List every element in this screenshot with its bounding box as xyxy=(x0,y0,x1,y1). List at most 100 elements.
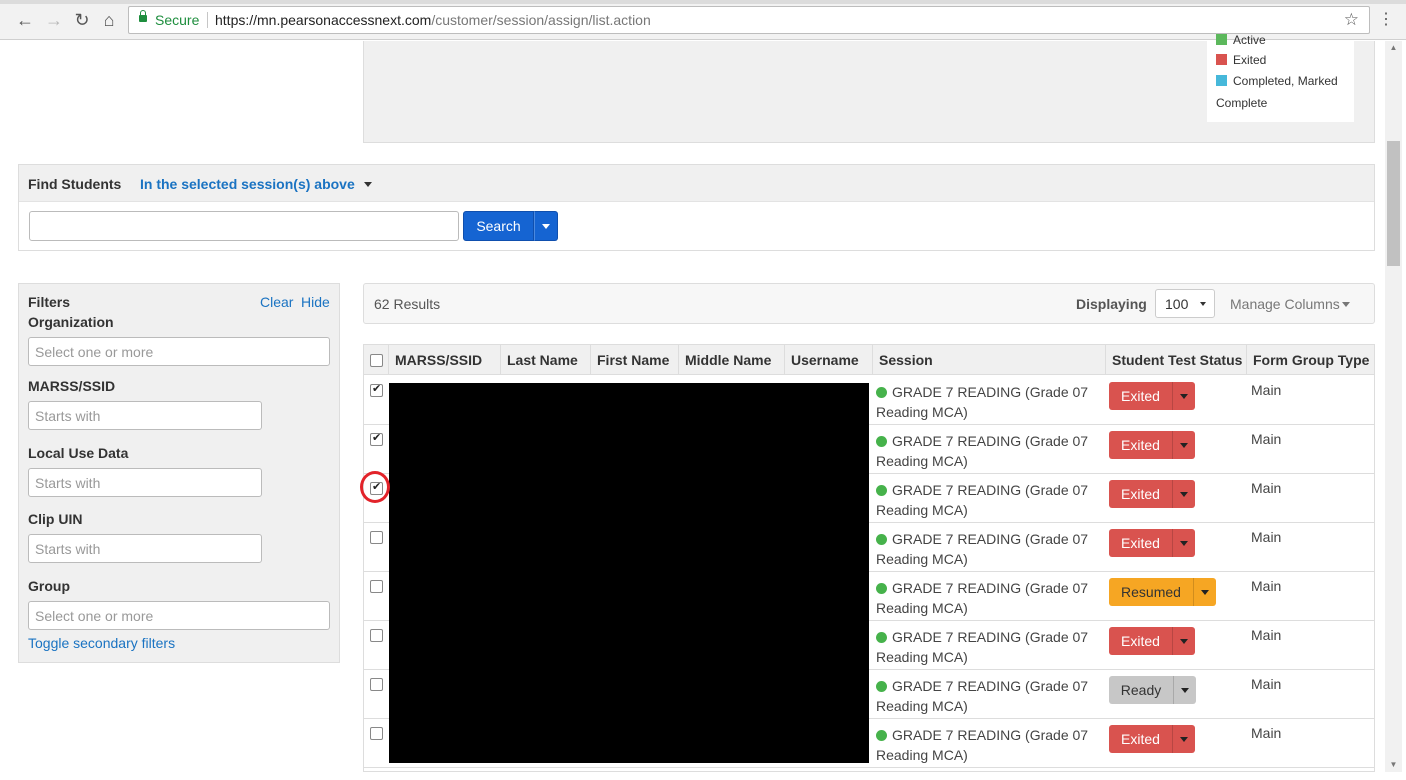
session-cell: GRADE 7 READING (Grade 07 Reading MCA) xyxy=(876,725,1101,765)
status-dropdown-toggle[interactable] xyxy=(1173,676,1196,704)
scroll-up-icon[interactable]: ▲ xyxy=(1385,41,1402,55)
select-all-checkbox[interactable] xyxy=(370,354,383,367)
find-students-panel: Find Students In the selected session(s)… xyxy=(18,164,1375,251)
legend-item-exited: Exited xyxy=(1216,53,1266,67)
clear-filters-link[interactable]: Clear xyxy=(260,294,293,310)
local-use-data-input[interactable]: Starts with xyxy=(28,468,262,497)
status-label: Exited xyxy=(1121,437,1160,453)
col-middle-name[interactable]: Middle Name xyxy=(678,345,784,375)
toggle-secondary-filters-link[interactable]: Toggle secondary filters xyxy=(28,635,175,651)
page-size-select[interactable]: 100 xyxy=(1155,289,1215,318)
student-test-status-button[interactable]: Exited xyxy=(1109,382,1195,410)
clip-uin-input[interactable]: Starts with xyxy=(28,534,262,563)
browser-menu-icon[interactable]: ⋮ xyxy=(1378,9,1394,31)
marss-label: MARSS/SSID xyxy=(28,378,116,394)
forward-icon[interactable]: → xyxy=(43,9,65,31)
status-dropdown-toggle[interactable] xyxy=(1172,480,1195,508)
session-details-panel: Active Exited Completed, Marked Complete xyxy=(363,33,1375,143)
form-group-type-cell: Main xyxy=(1251,578,1282,594)
legend-label-exited: Exited xyxy=(1233,53,1267,67)
session-active-dot-icon xyxy=(876,534,887,545)
form-group-type-cell: Main xyxy=(1251,382,1282,398)
back-icon[interactable]: ← xyxy=(14,9,36,31)
student-test-status-button[interactable]: Exited xyxy=(1109,529,1195,557)
status-dropdown-toggle[interactable] xyxy=(1172,725,1195,753)
status-dropdown-toggle[interactable] xyxy=(1172,431,1195,459)
session-name-line1: GRADE 7 READING (Grade 07 xyxy=(892,384,1089,400)
col-username[interactable]: Username xyxy=(784,345,872,375)
search-options-button[interactable] xyxy=(534,211,558,241)
page-scrollbar[interactable]: ▲ ▼ xyxy=(1385,41,1402,772)
col-marss[interactable]: MARSS/SSID xyxy=(388,345,500,375)
reload-icon[interactable]: ↻ xyxy=(71,9,93,31)
marss-input[interactable]: Starts with xyxy=(28,401,262,430)
search-button[interactable]: Search xyxy=(463,211,534,241)
browser-toolbar: ← → ↻ ⌂ Secure https://mn.pearsonaccessn… xyxy=(0,0,1406,40)
scroll-thumb[interactable] xyxy=(1387,141,1400,266)
status-dropdown-toggle[interactable] xyxy=(1193,578,1216,606)
student-test-status-button[interactable]: Resumed xyxy=(1109,578,1216,606)
session-active-dot-icon xyxy=(876,485,887,496)
session-name-line1: GRADE 7 READING (Grade 07 xyxy=(892,433,1089,449)
session-name-line2: Reading MCA) xyxy=(876,551,968,567)
status-label: Exited xyxy=(1121,633,1160,649)
group-label: Group xyxy=(28,578,70,594)
row-checkbox[interactable] xyxy=(370,580,383,593)
col-student-test-status[interactable]: Student Test Status xyxy=(1105,345,1246,375)
session-cell: GRADE 7 READING (Grade 07 Reading MCA) xyxy=(876,578,1101,618)
address-bar[interactable]: Secure https://mn.pearsonaccessnext.com/… xyxy=(128,6,1370,34)
student-test-status-button[interactable]: Exited xyxy=(1109,431,1195,459)
legend-item-completed: Completed, Marked xyxy=(1216,74,1338,88)
filters-title: Filters xyxy=(28,294,71,310)
row-checkbox[interactable] xyxy=(370,727,383,740)
col-form-group-type[interactable]: Form Group Type xyxy=(1246,345,1374,375)
status-dropdown-toggle[interactable] xyxy=(1172,382,1195,410)
session-name-line1: GRADE 7 READING (Grade 07 xyxy=(892,580,1089,596)
session-active-dot-icon xyxy=(876,583,887,594)
status-label: Resumed xyxy=(1121,584,1181,600)
col-last-name[interactable]: Last Name xyxy=(500,345,590,375)
student-test-status-button[interactable]: Ready xyxy=(1109,676,1196,704)
session-name-line1: GRADE 7 READING (Grade 07 xyxy=(892,531,1089,547)
status-legend: Active Exited Completed, Marked Complete xyxy=(1207,33,1354,122)
results-count: 62 Results xyxy=(374,296,441,312)
legend-swatch-active xyxy=(1216,34,1227,45)
organization-select[interactable]: Select one or more xyxy=(28,337,330,366)
col-first-name[interactable]: First Name xyxy=(590,345,678,375)
bookmark-star-icon[interactable]: ☆ xyxy=(1344,10,1359,30)
manage-columns-label: Manage Columns xyxy=(1230,296,1340,312)
manage-columns-dropdown[interactable]: Manage Columns xyxy=(1230,296,1350,312)
legend-item-active: Active xyxy=(1216,33,1266,47)
url-text[interactable]: https://mn.pearsonaccessnext.com/custome… xyxy=(215,12,651,28)
row-checkbox[interactable] xyxy=(370,678,383,691)
session-cell: GRADE 7 READING (Grade 07 Reading MCA) xyxy=(876,480,1101,520)
hide-filters-link[interactable]: Hide xyxy=(301,294,330,310)
student-test-status-button[interactable]: Exited xyxy=(1109,627,1195,655)
status-dropdown-toggle[interactable] xyxy=(1172,627,1195,655)
page-size-value: 100 xyxy=(1165,296,1189,312)
chevron-down-icon xyxy=(1180,639,1188,644)
row-checkbox[interactable] xyxy=(370,629,383,642)
tab-strip xyxy=(0,0,1406,4)
chevron-down-icon xyxy=(1201,590,1209,595)
group-select[interactable]: Select one or more xyxy=(28,601,330,630)
row-checkbox[interactable] xyxy=(370,382,383,397)
chevron-down-icon[interactable] xyxy=(364,182,372,187)
row-checkbox[interactable] xyxy=(370,531,383,544)
chevron-down-icon xyxy=(1200,302,1206,306)
results-toolbar: 62 Results Displaying 100 Manage Columns xyxy=(363,283,1375,324)
chevron-down-icon xyxy=(1180,394,1188,399)
session-name-line2: Reading MCA) xyxy=(876,453,968,469)
col-session[interactable]: Session xyxy=(872,345,1105,375)
row-checkbox[interactable] xyxy=(370,431,383,446)
session-active-dot-icon xyxy=(876,436,887,447)
chevron-down-icon xyxy=(1180,541,1188,546)
student-test-status-button[interactable]: Exited xyxy=(1109,725,1195,753)
find-scope-dropdown[interactable]: In the selected session(s) above xyxy=(140,176,355,192)
secure-label: Secure xyxy=(155,12,200,28)
student-test-status-button[interactable]: Exited xyxy=(1109,480,1195,508)
status-dropdown-toggle[interactable] xyxy=(1172,529,1195,557)
home-icon[interactable]: ⌂ xyxy=(98,9,120,31)
scroll-down-icon[interactable]: ▼ xyxy=(1385,758,1402,772)
find-students-input[interactable] xyxy=(29,211,459,241)
